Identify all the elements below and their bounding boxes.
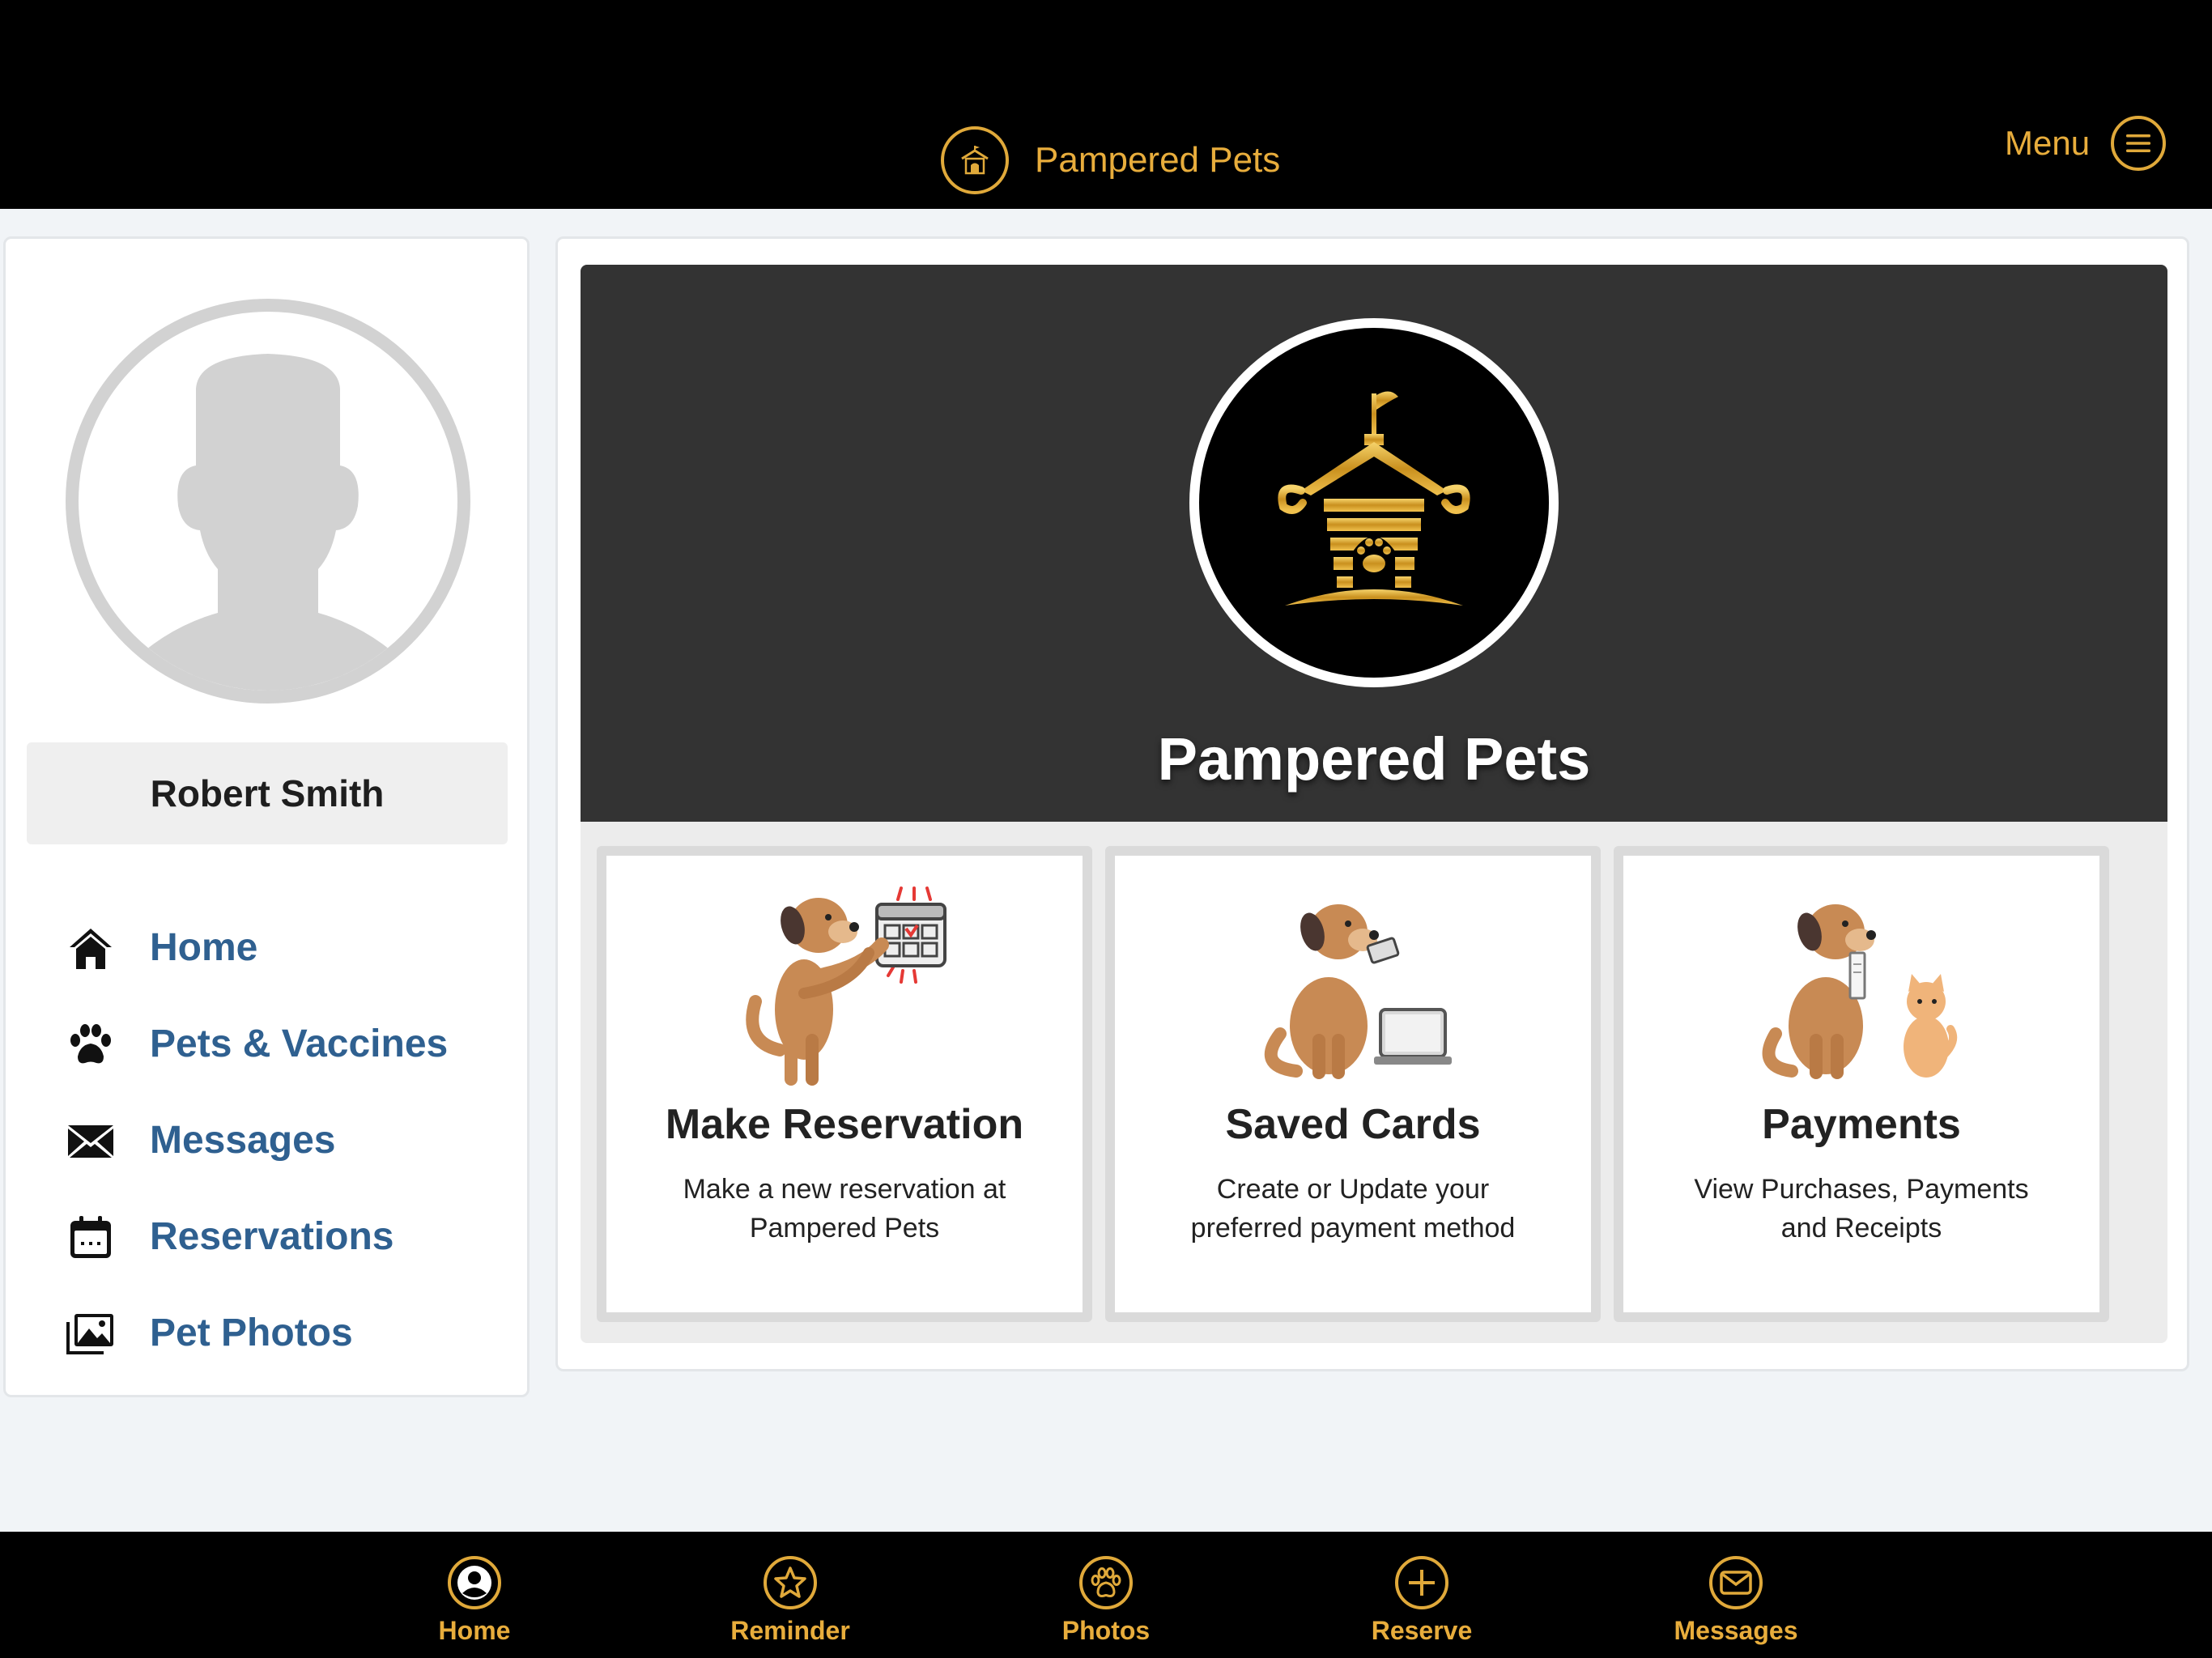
- doghouse-logo-icon: [1189, 318, 1559, 687]
- bottom-tab-bar: Home Reminder Photos Reserve Messages: [0, 1532, 2212, 1658]
- envelope-icon: [1709, 1556, 1763, 1609]
- card-desc-line: preferred payment method: [1190, 1213, 1516, 1244]
- card-title: Saved Cards: [1225, 1101, 1481, 1148]
- sidebar-item-reservations[interactable]: Reservations: [66, 1188, 519, 1285]
- sidebar-nav: Home Pets & Vaccines Messages Reservatio…: [66, 899, 519, 1381]
- user-circle-icon: [448, 1556, 501, 1609]
- card-desc-line: Create or Update your: [1216, 1174, 1490, 1205]
- tab-label: Reserve: [1371, 1616, 1473, 1645]
- card-desc-line: View Purchases, Payments: [1694, 1174, 2029, 1205]
- hero-banner: Pampered Pets: [581, 265, 2167, 822]
- action-cards: Make Reservation Make a new reservation …: [581, 822, 2167, 1343]
- envelope-icon: [66, 1116, 116, 1166]
- sidebar-item-pet-photos[interactable]: Pet Photos: [66, 1285, 519, 1381]
- top-bar: Pampered Pets Menu: [0, 0, 2212, 209]
- photos-icon: [66, 1308, 116, 1358]
- hamburger-icon: [2111, 116, 2167, 171]
- home-icon: [66, 923, 116, 973]
- payments-card[interactable]: Payments View Purchases, Payments and Re…: [1614, 846, 2109, 1322]
- plus-icon: [1395, 1556, 1448, 1609]
- paw-icon: [66, 1019, 116, 1069]
- tab-label: Photos: [1061, 1616, 1151, 1645]
- card-desc-line: and Receipts: [1780, 1213, 1942, 1244]
- card-description: View Purchases, Payments and Receipts: [1656, 1170, 2067, 1248]
- card-title: Make Reservation: [665, 1101, 1024, 1148]
- tab-photos[interactable]: Photos: [1017, 1556, 1195, 1653]
- tab-label: Home: [438, 1616, 511, 1645]
- saved-cards-card[interactable]: Saved Cards Create or Update your prefer…: [1105, 846, 1601, 1322]
- profile-sidebar: Robert Smith Home Pets & Vaccines Messag…: [3, 236, 530, 1397]
- calendar-icon: [66, 1212, 116, 1262]
- sidebar-item-label: Pets & Vaccines: [150, 1022, 449, 1065]
- sidebar-item-label: Pet Photos: [150, 1312, 353, 1354]
- card-description: Make a new reservation at Pampered Pets: [639, 1170, 1050, 1248]
- tab-label: Messages: [1674, 1616, 1798, 1645]
- star-icon: [764, 1556, 817, 1609]
- sidebar-item-label: Reservations: [150, 1215, 394, 1258]
- sidebar-item-home[interactable]: Home: [66, 899, 519, 996]
- doghouse-logo-icon: [941, 126, 1009, 194]
- tab-label: Reminder: [730, 1616, 850, 1645]
- sidebar-item-messages[interactable]: Messages: [66, 1092, 519, 1188]
- card-desc-line: Make a new reservation at: [683, 1174, 1006, 1205]
- menu-button[interactable]: Menu: [2005, 115, 2167, 172]
- hero-title: Pampered Pets: [1157, 725, 1591, 793]
- avatar[interactable]: [66, 299, 470, 704]
- dog-laptop-illustration: [1115, 880, 1591, 1090]
- tab-messages[interactable]: Messages: [1647, 1556, 1825, 1653]
- sidebar-item-pets-vaccines[interactable]: Pets & Vaccines: [66, 996, 519, 1092]
- tab-reminder[interactable]: Reminder: [701, 1556, 879, 1653]
- user-silhouette-icon: [125, 354, 410, 691]
- main-panel: Pampered Pets Make Reservation Make a ne…: [555, 236, 2189, 1371]
- sidebar-item-label: Messages: [150, 1119, 336, 1162]
- paw-icon: [1079, 1556, 1133, 1609]
- dog-cat-receipt-illustration: [1623, 880, 2099, 1090]
- sidebar-item-label: Home: [150, 926, 258, 969]
- brand-home-link[interactable]: Pampered Pets: [941, 126, 1280, 194]
- brand-title: Pampered Pets: [1035, 140, 1281, 180]
- card-desc-line: Pampered Pets: [749, 1213, 940, 1244]
- tab-reserve[interactable]: Reserve: [1333, 1556, 1511, 1653]
- user-name-box: Robert Smith: [27, 742, 508, 844]
- card-title: Payments: [1762, 1101, 1961, 1148]
- dog-calendar-illustration: [606, 880, 1083, 1090]
- make-reservation-card[interactable]: Make Reservation Make a new reservation …: [597, 846, 1092, 1322]
- menu-label: Menu: [2005, 124, 2091, 162]
- card-description: Create or Update your preferred payment …: [1147, 1170, 1559, 1248]
- tab-home[interactable]: Home: [385, 1556, 564, 1653]
- user-name: Robert Smith: [150, 772, 385, 814]
